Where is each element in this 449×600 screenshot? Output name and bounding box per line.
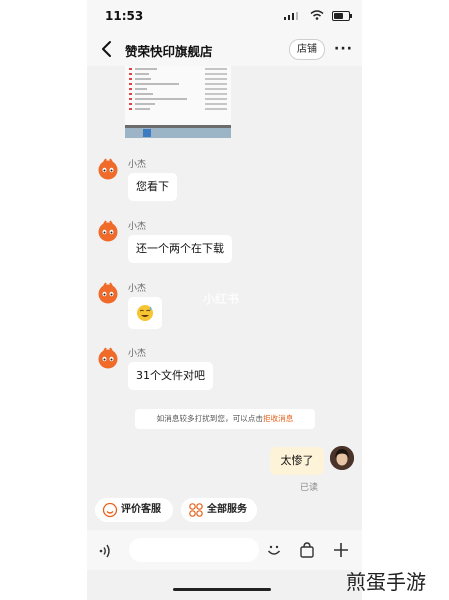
smile-icon (102, 502, 118, 518)
shop-title: 赞荣快印旗舰店 (125, 44, 213, 59)
reject-messages-link[interactable]: 拒收消息 (263, 414, 293, 423)
system-notice: 如消息较多打扰到您，可以点击拒收消息 (135, 409, 315, 429)
chat-screen: 11:53 赞荣快印旗舰店 店铺 ··· 小杰 您看下 小杰 还一个两个在下载 … (87, 0, 362, 600)
mascot-avatar-icon[interactable] (97, 347, 119, 369)
message-bubble[interactable]: 您看下 (128, 173, 177, 201)
sender-name: 小杰 (128, 284, 147, 294)
message-input[interactable] (129, 538, 259, 562)
all-services-button[interactable]: 全部服务 (181, 498, 257, 522)
watermark-text: 小红书 (203, 292, 240, 306)
mascot-avatar-icon[interactable] (97, 220, 119, 242)
notice-text: 如消息较多打扰到您，可以点击 (156, 414, 263, 423)
emoji-bubble[interactable] (128, 297, 162, 329)
more-icon[interactable]: ··· (334, 41, 354, 57)
rate-service-button[interactable]: 评价客服 (95, 498, 173, 522)
message-bubble[interactable]: 还一个两个在下载 (128, 235, 232, 263)
mascot-avatar-icon[interactable] (97, 282, 119, 304)
shared-screenshot-image[interactable] (125, 66, 231, 138)
status-time: 11:53 (105, 9, 144, 23)
my-message-bubble[interactable]: 太惨了 (270, 447, 324, 475)
all-services-label: 全部服务 (207, 504, 247, 515)
input-bar (87, 530, 362, 570)
back-arrow-icon[interactable] (99, 40, 115, 58)
home-indicator[interactable] (173, 588, 271, 591)
read-status: 已读 (300, 483, 319, 493)
voice-icon[interactable] (97, 542, 115, 560)
sweat-smile-emoji-icon (137, 305, 153, 321)
battery-icon (332, 11, 352, 21)
grid-icon (189, 503, 203, 517)
shopping-bag-icon[interactable] (298, 541, 316, 559)
rate-service-label: 评价客服 (121, 504, 161, 515)
message-bubble[interactable]: 31个文件对吧 (128, 362, 213, 390)
chat-header: 赞荣快印旗舰店 店铺 ··· (87, 32, 362, 66)
signal-icon (284, 12, 300, 20)
wifi-icon (310, 10, 324, 20)
sender-name: 小杰 (128, 222, 147, 232)
user-photo-icon (330, 446, 354, 470)
mascot-avatar-icon[interactable] (97, 158, 119, 180)
status-bar: 11:53 (87, 0, 362, 32)
emoji-icon[interactable] (265, 541, 283, 559)
user-avatar[interactable] (330, 446, 354, 470)
sender-name: 小杰 (128, 160, 147, 170)
plus-icon[interactable] (332, 541, 350, 559)
sender-name: 小杰 (128, 349, 147, 359)
store-button[interactable]: 店铺 (289, 39, 325, 60)
brand-watermark: 煎蛋手游 (346, 570, 426, 594)
